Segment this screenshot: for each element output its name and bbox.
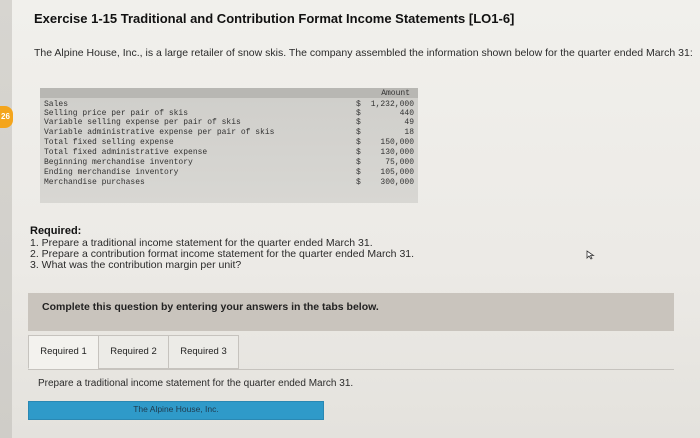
row-label: Beginning merchandise inventory xyxy=(44,158,193,167)
row-label: Sales xyxy=(44,100,69,109)
row-label: Variable administrative expense per pair… xyxy=(44,128,275,137)
table-row: Merchandise purchases $ 300,000 xyxy=(40,178,418,187)
row-value: 18 xyxy=(404,128,414,137)
row-value: 49 xyxy=(404,118,414,127)
mouse-cursor-icon xyxy=(586,250,595,260)
table-row: Sales $ 1,232,000 xyxy=(40,100,418,109)
tab-required-3[interactable]: Required 3 xyxy=(168,335,239,369)
row-label: Selling price per pair of skis xyxy=(44,109,189,118)
amount-header: Amount xyxy=(381,89,410,98)
dollar-sign: $ xyxy=(356,128,361,137)
table-row: Selling price per pair of skis $ 440 xyxy=(40,109,418,118)
required-item: 3. What was the contribution margin per … xyxy=(30,259,242,271)
table-row: Beginning merchandise inventory $ 75,000 xyxy=(40,158,418,167)
row-value: 105,000 xyxy=(380,168,414,177)
instruction-box: Complete this question by entering your … xyxy=(28,293,674,331)
question-number-tab[interactable]: 26 xyxy=(0,106,13,128)
row-value: 300,000 xyxy=(380,178,414,187)
table-row: Ending merchandise inventory $ 105,000 xyxy=(40,168,418,177)
row-value: 75,000 xyxy=(385,158,414,167)
page: 26 Exercise 1-15 Traditional and Contrib… xyxy=(0,0,700,438)
data-table: Amount Sales $ 1,232,000 Selling price p… xyxy=(40,88,418,203)
row-label: Total fixed administrative expense xyxy=(44,148,208,157)
dollar-sign: $ xyxy=(356,118,361,127)
dollar-sign: $ xyxy=(356,100,361,109)
instruction-text: Complete this question by entering your … xyxy=(42,301,379,313)
dollar-sign: $ xyxy=(356,168,361,177)
left-edge xyxy=(0,0,12,438)
row-label: Variable selling expense per pair of ski… xyxy=(44,118,241,127)
required-heading: Required: xyxy=(30,225,82,237)
exercise-intro: The Alpine House, Inc., is a large retai… xyxy=(34,47,693,59)
row-value: 150,000 xyxy=(380,138,414,147)
row-value: 440 xyxy=(399,109,414,118)
tab-divider xyxy=(28,369,674,370)
required-list: 1. Prepare a traditional income statemen… xyxy=(30,238,414,271)
company-name-header: The Alpine House, Inc. xyxy=(28,401,324,420)
row-value: 130,000 xyxy=(380,148,414,157)
row-value: 1,232,000 xyxy=(370,100,414,109)
table-row: Variable selling expense per pair of ski… xyxy=(40,118,418,127)
row-label: Merchandise purchases xyxy=(44,178,145,187)
dollar-sign: $ xyxy=(356,158,361,167)
tab-required-2[interactable]: Required 2 xyxy=(98,335,169,369)
tab-required-1[interactable]: Required 1 xyxy=(28,335,99,369)
table-row: Variable administrative expense per pair… xyxy=(40,128,418,137)
table-row: Total fixed selling expense $ 150,000 xyxy=(40,138,418,147)
company-name: The Alpine House, Inc. xyxy=(133,404,219,414)
row-label: Total fixed selling expense xyxy=(44,138,174,147)
table-row: Total fixed administrative expense $ 130… xyxy=(40,148,418,157)
dollar-sign: $ xyxy=(356,178,361,187)
dollar-sign: $ xyxy=(356,109,361,118)
prepare-instruction: Prepare a traditional income statement f… xyxy=(38,378,354,389)
row-label: Ending merchandise inventory xyxy=(44,168,179,177)
dollar-sign: $ xyxy=(356,138,361,147)
exercise-title: Exercise 1-15 Traditional and Contributi… xyxy=(34,11,515,26)
dollar-sign: $ xyxy=(356,148,361,157)
